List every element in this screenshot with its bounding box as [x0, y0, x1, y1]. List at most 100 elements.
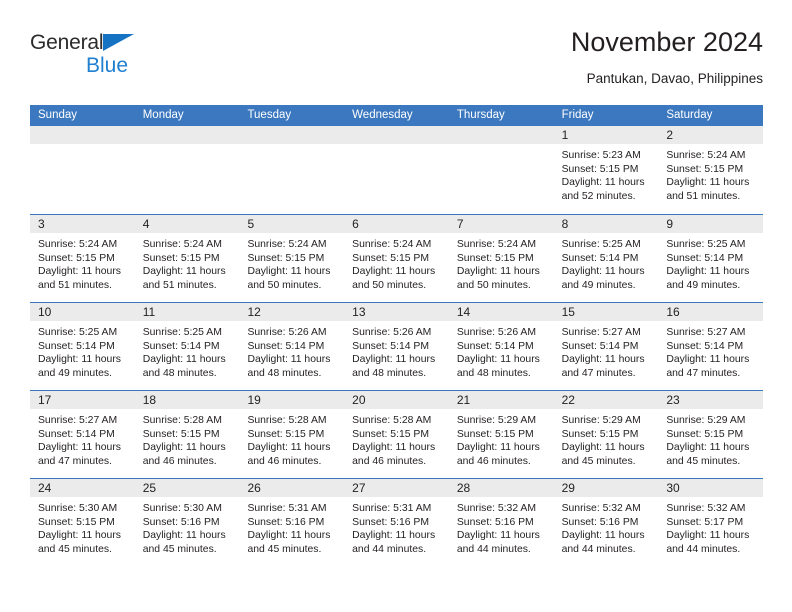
sunset-text: Sunset: 5:16 PM — [142, 516, 220, 528]
day-number-band: 1 — [553, 126, 659, 144]
calendar-day-cell[interactable]: 24 Sunrise: 5:30 AM Sunset: 5:15 PM Dayligh… — [30, 479, 135, 566]
sunrise-text: Sunrise: 5:29 AM — [666, 415, 746, 426]
calendar-day-cell[interactable]: 12 Sunrise: 5:26 AM Sunset: 5:14 PM Dayligh… — [239, 303, 345, 390]
daylight-text-line1: Daylight: 11 hours — [38, 442, 121, 454]
sunrise-text: Sunrise: 5:28 AM — [352, 415, 432, 426]
sunset-text: Sunset: 5:15 PM — [142, 428, 220, 440]
day-number: 24 — [38, 481, 52, 495]
daylight-text-line1: Daylight: 11 hours — [456, 354, 540, 366]
daylight-text-line2: and 51 minutes. — [38, 279, 112, 291]
day-number-band: 27 — [344, 479, 449, 497]
calendar-day-cell[interactable]: 7 Sunrise: 5:24 AM Sunset: 5:15 PM Daylight… — [448, 215, 554, 302]
daylight-text-line1: Daylight: 11 hours — [38, 354, 121, 366]
day-number-band: 18 — [134, 391, 240, 409]
day-number: 2 — [666, 128, 673, 142]
day-sun-info: Sunrise: 5:30 AM Sunset: 5:16 PM Daylight:… — [135, 497, 240, 556]
calendar-day-cell[interactable]: 10 Sunrise: 5:25 AM Sunset: 5:14 PM Dayligh… — [30, 303, 135, 390]
day-sun-info: Sunrise: 5:24 AM Sunset: 5:15 PM Daylight:… — [344, 233, 449, 292]
day-sun-info: Sunrise: 5:32 AM Sunset: 5:16 PM Daylight:… — [554, 497, 659, 556]
calendar-day-cell[interactable]: 11 Sunrise: 5:25 AM Sunset: 5:14 PM Dayligh… — [134, 303, 240, 390]
daylight-text-line2: and 45 minutes. — [38, 543, 112, 555]
calendar-day-cell-empty[interactable] — [239, 126, 345, 214]
daylight-text-line1: Daylight: 11 hours — [666, 266, 750, 278]
day-sun-info: Sunrise: 5:31 AM Sunset: 5:16 PM Daylight:… — [344, 497, 449, 556]
calendar-day-cell[interactable]: 25 Sunrise: 5:30 AM Sunset: 5:16 PM Dayligh… — [134, 479, 240, 566]
day-number-band: 3 — [30, 215, 135, 233]
calendar-day-cell[interactable]: 8 Sunrise: 5:25 AM Sunset: 5:14 PM Daylight… — [553, 215, 659, 302]
calendar-day-cell[interactable]: 3 Sunrise: 5:24 AM Sunset: 5:15 PM Daylight… — [30, 215, 135, 302]
day-number-band: 21 — [448, 391, 554, 409]
day-number-band: 2 — [658, 126, 764, 144]
calendar-day-cell[interactable]: 23 Sunrise: 5:29 AM Sunset: 5:15 PM Dayligh… — [658, 391, 764, 478]
calendar-day-cell-empty[interactable] — [344, 126, 449, 214]
sunrise-text: Sunrise: 5:27 AM — [38, 415, 118, 426]
daylight-text-line1: Daylight: 11 hours — [352, 530, 436, 542]
calendar-day-cell[interactable]: 4 Sunrise: 5:24 AM Sunset: 5:15 PM Daylight… — [134, 215, 240, 302]
calendar-week-row: 24 Sunrise: 5:30 AM Sunset: 5:15 PM Dayligh… — [30, 478, 764, 566]
calendar-day-cell[interactable]: 6 Sunrise: 5:24 AM Sunset: 5:15 PM Daylight… — [344, 215, 449, 302]
sunrise-text: Sunrise: 5:24 AM — [352, 239, 432, 250]
calendar-day-cell[interactable]: 1 Sunrise: 5:23 AM Sunset: 5:15 PM Daylight… — [553, 126, 659, 214]
day-number: 10 — [38, 305, 52, 319]
logo-text-general: General — [30, 32, 230, 54]
calendar-day-cell[interactable]: 14 Sunrise: 5:26 AM Sunset: 5:14 PM Dayligh… — [448, 303, 554, 390]
sunset-text: Sunset: 5:15 PM — [38, 252, 115, 264]
daylight-text-line2: and 48 minutes. — [456, 367, 531, 379]
calendar-day-cell[interactable]: 28 Sunrise: 5:32 AM Sunset: 5:16 PM Dayligh… — [448, 479, 554, 566]
sunset-text: Sunset: 5:16 PM — [456, 516, 534, 528]
day-sun-info: Sunrise: 5:28 AM Sunset: 5:15 PM Daylight:… — [344, 409, 449, 468]
day-number: 3 — [38, 217, 45, 231]
calendar-day-cell-empty[interactable] — [30, 126, 135, 214]
daylight-text-line1: Daylight: 11 hours — [561, 530, 645, 542]
calendar-day-cell[interactable]: 18 Sunrise: 5:28 AM Sunset: 5:15 PM Dayligh… — [134, 391, 240, 478]
daylight-text-line2: and 49 minutes. — [38, 367, 112, 379]
day-number-band: 23 — [658, 391, 764, 409]
calendar-day-cell[interactable]: 13 Sunrise: 5:26 AM Sunset: 5:14 PM Dayligh… — [344, 303, 449, 390]
daylight-text-line2: and 50 minutes. — [456, 279, 531, 291]
calendar-day-cell[interactable]: 27 Sunrise: 5:31 AM Sunset: 5:16 PM Dayligh… — [344, 479, 449, 566]
calendar-day-cell[interactable]: 22 Sunrise: 5:29 AM Sunset: 5:15 PM Dayligh… — [553, 391, 659, 478]
calendar-day-cell[interactable]: 2 Sunrise: 5:24 AM Sunset: 5:15 PM Daylight… — [658, 126, 764, 214]
sunrise-text: Sunrise: 5:27 AM — [561, 327, 641, 338]
sunrise-text: Sunrise: 5:28 AM — [142, 415, 222, 426]
calendar-day-cell-empty[interactable] — [448, 126, 554, 214]
sunrise-text: Sunrise: 5:32 AM — [456, 503, 537, 514]
calendar-day-cell[interactable]: 26 Sunrise: 5:31 AM Sunset: 5:16 PM Dayligh… — [239, 479, 345, 566]
logo-triangle-icon — [103, 34, 134, 51]
daylight-text-line2: and 46 minutes. — [456, 455, 531, 467]
daylight-text-line2: and 44 minutes. — [456, 543, 531, 555]
weekday-header-monday: Monday — [142, 109, 184, 121]
day-number: 30 — [666, 481, 680, 495]
calendar-day-cell[interactable]: 30 Sunrise: 5:32 AM Sunset: 5:17 PM Dayligh… — [658, 479, 764, 566]
day-number: 16 — [666, 305, 680, 319]
calendar-day-cell[interactable]: 21 Sunrise: 5:29 AM Sunset: 5:15 PM Dayligh… — [448, 391, 554, 478]
daylight-text-line1: Daylight: 11 hours — [352, 442, 436, 454]
sunset-text: Sunset: 5:15 PM — [38, 516, 115, 528]
calendar-day-cell[interactable]: 16 Sunrise: 5:27 AM Sunset: 5:14 PM Dayligh… — [658, 303, 764, 390]
calendar-day-cell[interactable]: 5 Sunrise: 5:24 AM Sunset: 5:15 PM Daylight… — [239, 215, 345, 302]
sunset-text: Sunset: 5:15 PM — [666, 428, 744, 440]
calendar-day-cell[interactable]: 19 Sunrise: 5:28 AM Sunset: 5:15 PM Dayligh… — [239, 391, 345, 478]
calendar-day-cell[interactable]: 17 Sunrise: 5:27 AM Sunset: 5:14 PM Dayligh… — [30, 391, 135, 478]
sunset-text: Sunset: 5:14 PM — [561, 252, 639, 264]
day-number: 25 — [142, 481, 157, 495]
daylight-text-line1: Daylight: 11 hours — [247, 354, 331, 366]
calendar-day-cell[interactable]: 15 Sunrise: 5:27 AM Sunset: 5:14 PM Dayligh… — [553, 303, 659, 390]
sunrise-text: Sunrise: 5:24 AM — [247, 239, 327, 250]
sunrise-text: Sunrise: 5:25 AM — [666, 239, 746, 250]
calendar-day-cell[interactable]: 9 Sunrise: 5:25 AM Sunset: 5:14 PM Daylight… — [658, 215, 764, 302]
calendar-day-cell[interactable]: 29 Sunrise: 5:32 AM Sunset: 5:16 PM Dayligh… — [553, 479, 659, 566]
daylight-text-line1: Daylight: 11 hours — [561, 354, 645, 366]
day-number: 4 — [142, 217, 150, 231]
calendar-day-cell[interactable]: 20 Sunrise: 5:28 AM Sunset: 5:15 PM Dayligh… — [344, 391, 449, 478]
day-sun-info: Sunrise: 5:24 AM Sunset: 5:15 PM Daylight:… — [135, 233, 240, 292]
day-sun-info: Sunrise: 5:27 AM Sunset: 5:14 PM Daylight:… — [554, 321, 659, 380]
daylight-text-line1: Daylight: 11 hours — [352, 354, 436, 366]
day-number: 26 — [247, 481, 261, 495]
title-block: November 2024 Pantukan, Davao, Philippin… — [571, 26, 763, 89]
daylight-text-line2: and 51 minutes. — [142, 279, 217, 291]
daylight-text-line1: Daylight: 11 hours — [38, 530, 121, 542]
day-number: 20 — [352, 393, 366, 407]
calendar-day-cell-empty[interactable] — [134, 126, 240, 214]
daylight-text-line1: Daylight: 11 hours — [142, 530, 226, 542]
